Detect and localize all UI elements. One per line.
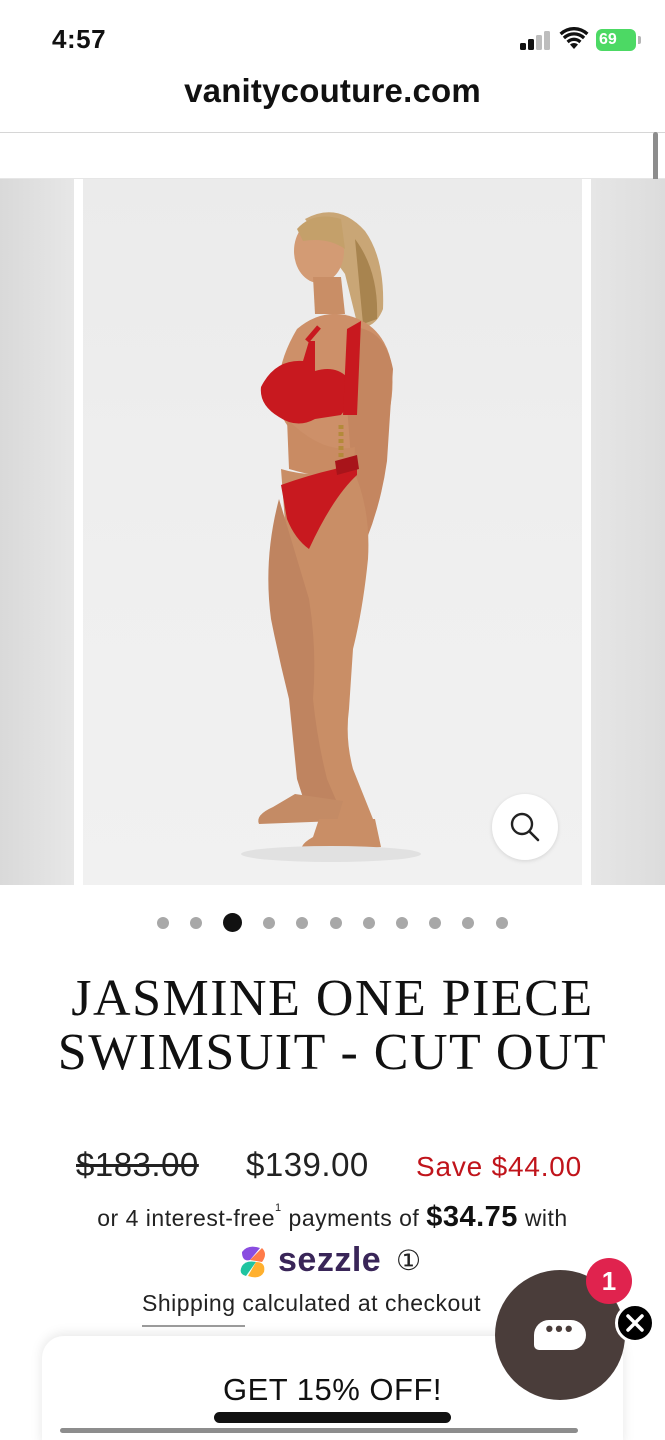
savings-badge: Save $44.00 bbox=[416, 1151, 583, 1182]
product-title-line2: SWIMSUIT - CUT OUT bbox=[57, 1024, 608, 1081]
installments-text: or 4 interest-free1 payments of $34.75 w… bbox=[0, 1201, 665, 1234]
info-icon[interactable]: ① bbox=[396, 1244, 421, 1277]
shipping-link-underline[interactable] bbox=[142, 1325, 245, 1327]
product-title-line1: JASMINE ONE PIECE bbox=[71, 970, 594, 1027]
home-indicator bbox=[214, 1412, 451, 1423]
sezzle-logo-icon bbox=[240, 1246, 265, 1278]
product-image[interactable] bbox=[83, 179, 582, 885]
chat-notification-badge: 1 bbox=[586, 1258, 632, 1304]
gallery-dot[interactable] bbox=[330, 917, 342, 929]
price-row: $183.00 $139.00 Save $44.00 bbox=[0, 1146, 665, 1190]
close-icon bbox=[626, 1314, 644, 1332]
status-time: 4:57 bbox=[52, 24, 107, 54]
sale-price: $139.00 bbox=[246, 1146, 369, 1183]
signal-icon bbox=[520, 30, 552, 50]
gallery-dot[interactable] bbox=[263, 917, 275, 929]
battery-level: 69 bbox=[599, 31, 617, 48]
site-header-strip bbox=[0, 133, 665, 179]
gallery-dot-active[interactable] bbox=[223, 913, 242, 932]
previous-slide[interactable] bbox=[0, 179, 74, 885]
sezzle-widget[interactable]: sezzle ① bbox=[236, 1240, 436, 1284]
gallery-dot[interactable] bbox=[396, 917, 408, 929]
status-bar: 4:57 69 bbox=[0, 0, 665, 70]
compare-at-price: $183.00 bbox=[76, 1146, 199, 1183]
gallery-dot[interactable] bbox=[363, 917, 375, 929]
gallery-dot[interactable] bbox=[190, 917, 202, 929]
installments-prefix: or 4 interest-free bbox=[97, 1205, 276, 1231]
gallery-dot[interactable] bbox=[462, 917, 474, 929]
product-title: JASMINE ONE PIECE SWIMSUIT - CUT OUT bbox=[20, 972, 645, 1080]
wifi-icon bbox=[559, 27, 589, 49]
browser-url[interactable]: vanitycouture.com bbox=[0, 72, 665, 110]
gallery-dot[interactable] bbox=[157, 917, 169, 929]
shipping-text: Shipping calculated at checkout bbox=[142, 1290, 481, 1316]
battery-cap bbox=[638, 36, 641, 44]
installments-middle: payments of bbox=[288, 1205, 420, 1231]
installment-amount: $34.75 bbox=[426, 1201, 518, 1233]
gallery-dot[interactable] bbox=[496, 917, 508, 929]
model-figure bbox=[241, 212, 421, 862]
gallery-pagination bbox=[0, 912, 665, 934]
next-slide[interactable] bbox=[591, 179, 665, 885]
installments-footnote: 1 bbox=[275, 1202, 282, 1215]
product-gallery[interactable] bbox=[0, 179, 665, 885]
zoom-button[interactable] bbox=[492, 794, 558, 860]
installments-suffix: with bbox=[524, 1205, 568, 1231]
sezzle-wordmark: sezzle bbox=[278, 1241, 382, 1279]
search-icon bbox=[510, 812, 540, 842]
horizontal-scrollbar[interactable] bbox=[60, 1428, 578, 1433]
close-chat-button[interactable] bbox=[615, 1303, 655, 1343]
gallery-dot[interactable] bbox=[429, 917, 441, 929]
battery-icon: 69 bbox=[596, 29, 636, 51]
chat-bubble-icon: ••• bbox=[534, 1318, 586, 1350]
gallery-dot[interactable] bbox=[296, 917, 308, 929]
